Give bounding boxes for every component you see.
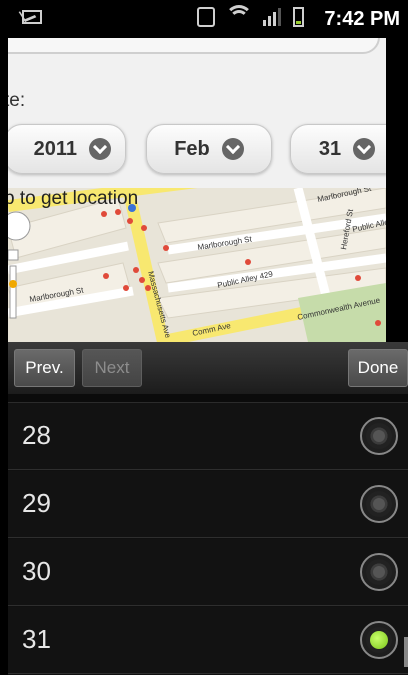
- option-list: 28 29 30 31: [8, 394, 408, 675]
- month-select[interactable]: Feb: [146, 124, 272, 174]
- gmail-icon: [22, 10, 42, 24]
- radio-button[interactable]: [360, 417, 398, 455]
- radio-button[interactable]: [360, 553, 398, 591]
- scrollbar[interactable]: [404, 637, 408, 667]
- day-select[interactable]: 31: [290, 124, 386, 174]
- list-item[interactable]: 28: [8, 403, 408, 470]
- option-label: 28: [22, 420, 51, 450]
- option-label: 31: [22, 624, 51, 654]
- text-field[interactable]: [8, 38, 380, 54]
- prev-button[interactable]: Prev.: [14, 349, 75, 387]
- year-select[interactable]: 2011: [8, 124, 126, 174]
- radio-button-checked[interactable]: [360, 621, 398, 659]
- vibrate-icon: [197, 7, 215, 27]
- signal-icon: [263, 8, 281, 26]
- battery-icon: [293, 7, 304, 27]
- done-button[interactable]: Done: [348, 349, 408, 387]
- status-icons: [197, 5, 304, 27]
- option-label: 30: [22, 556, 51, 586]
- status-bar: 7:42 PM: [0, 0, 408, 38]
- web-page: te: 2011 Feb 31: [8, 38, 386, 342]
- list-item[interactable]: 29: [8, 471, 408, 538]
- option-label: 29: [22, 488, 51, 518]
- chevron-down-icon: [89, 138, 111, 160]
- chevron-down-icon: [221, 138, 244, 160]
- next-button[interactable]: Next: [82, 349, 142, 387]
- day-select-value: 31: [318, 137, 342, 160]
- radio-button[interactable]: [360, 485, 398, 523]
- map[interactable]: Marlborough St Marlborough St Public All…: [8, 188, 386, 342]
- list-top-edge: [8, 394, 408, 403]
- list-item[interactable]: 31: [8, 607, 408, 674]
- map-hint: p to get location: [8, 188, 139, 209]
- month-select-value: Feb: [174, 137, 210, 160]
- picker-toolbar: Prev. Next Done: [8, 342, 408, 395]
- wifi-icon: [225, 5, 253, 27]
- date-label: te:: [8, 90, 26, 111]
- clock: 7:42 PM: [324, 8, 400, 30]
- chevron-down-icon: [353, 138, 376, 160]
- year-select-value: 2011: [33, 137, 77, 160]
- list-item[interactable]: 30: [8, 539, 408, 606]
- map-graphic: Marlborough St Marlborough St Public All…: [8, 188, 386, 342]
